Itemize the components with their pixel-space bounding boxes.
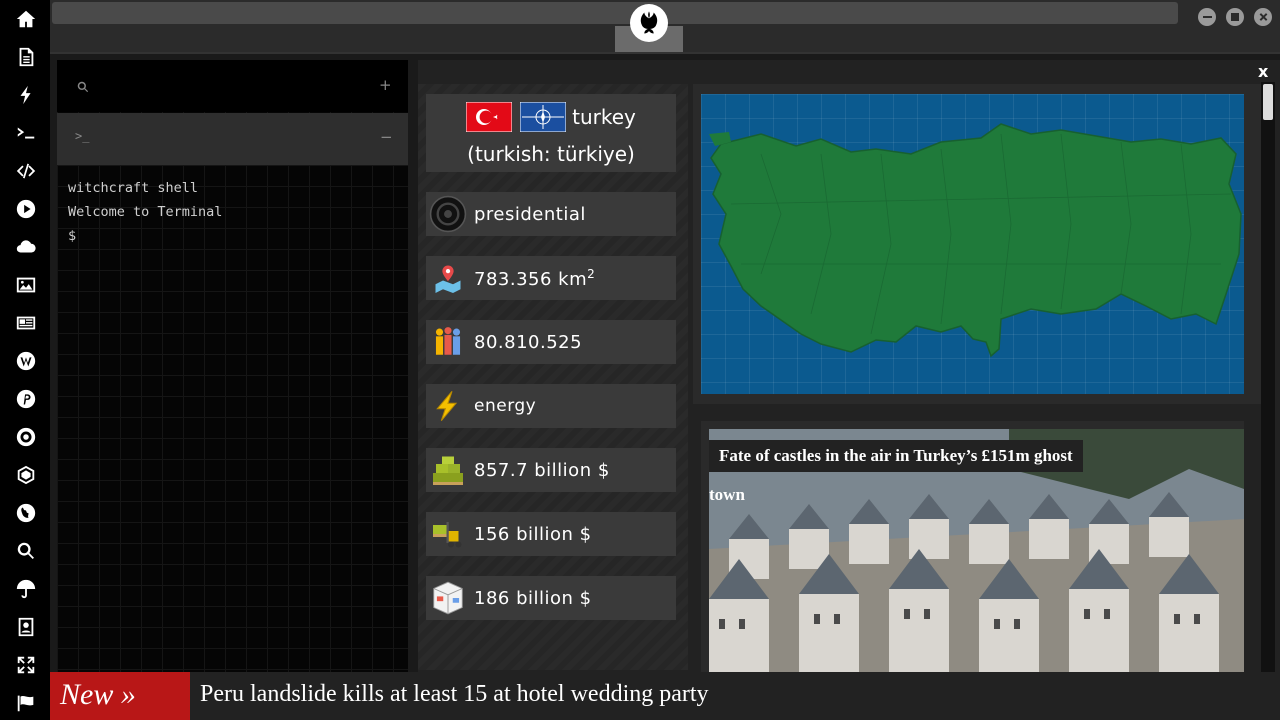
scrollbar-track[interactable] [1261, 82, 1275, 672]
exports-row: 186 billion $ [426, 576, 676, 620]
population-row: 80.810.525 [426, 320, 676, 364]
country-facts-column: turkey (turkish: türkiye) presidential 7… [418, 84, 688, 670]
globe-icon[interactable] [12, 499, 40, 527]
document-icon[interactable] [12, 43, 40, 71]
terminal-output[interactable]: witchcraft shell Welcome to Terminal $ [68, 176, 222, 248]
turkey-map-shape [709, 123, 1242, 358]
population-value: 80.810.525 [474, 331, 583, 353]
terminal-prompt: $ [68, 228, 77, 244]
country-info-panel: x turkey (turkish: türkiye) presidential… [418, 60, 1280, 672]
search-icon [77, 81, 89, 93]
ticker-headline[interactable]: Peru landslide kills at least 15 at hote… [200, 672, 709, 720]
maximize-button[interactable] [1226, 8, 1244, 26]
country-name: turkey [572, 105, 636, 129]
umbrella-icon[interactable] [12, 575, 40, 603]
close-window-button[interactable] [1254, 8, 1272, 26]
ticker-label: New » [50, 672, 190, 720]
exports-value: 186 billion $ [474, 587, 592, 609]
terminal-search-bar[interactable]: + [57, 60, 408, 112]
newspaper-icon[interactable] [12, 309, 40, 337]
galactic-empire-icon[interactable] [12, 423, 40, 451]
country-native-name: (turkish: türkiye) [467, 142, 635, 166]
population-icon [428, 322, 468, 362]
sector-value: energy [474, 396, 537, 416]
terminal-panel: + >_ − witchcraft shell Welcome to Termi… [57, 60, 408, 672]
terminal-line: witchcraft shell [68, 180, 199, 196]
gdp-value: 857.7 billion $ [474, 459, 610, 481]
close-panel-button[interactable]: x [1258, 62, 1268, 81]
code-icon[interactable] [12, 157, 40, 185]
terminal-tab[interactable]: >_ − [57, 113, 408, 165]
wordpress-icon[interactable] [12, 347, 40, 375]
nato-flag-icon [520, 102, 567, 132]
play-icon[interactable] [12, 195, 40, 223]
map-pin-icon [428, 258, 468, 298]
news-card[interactable]: Fate of castles in the air in Turkey’s £… [701, 421, 1244, 672]
government-value: presidential [474, 203, 586, 225]
terminal-icon[interactable] [12, 119, 40, 147]
network-icon[interactable] [12, 461, 40, 489]
news-ticker: New » Peru landslide kills at least 15 a… [50, 672, 1280, 720]
news-image: Fate of castles in the air in Turkey’s £… [709, 429, 1244, 672]
address-bar[interactable] [52, 2, 1178, 24]
terminal-prompt-icon: >_ [75, 129, 90, 143]
home-icon[interactable] [12, 5, 40, 33]
contacts-icon[interactable] [12, 613, 40, 641]
terminal-line: Welcome to Terminal [68, 204, 223, 220]
lightning-icon [428, 386, 468, 426]
news-headline-line1[interactable]: Fate of castles in the air in Turkey’s £… [709, 440, 1083, 472]
turkey-flag-icon [466, 102, 513, 132]
imports-row: 156 billion $ [426, 512, 676, 556]
cloud-icon[interactable] [12, 233, 40, 261]
area-value: 783.356 km2 [474, 266, 596, 290]
money-stack-icon [428, 450, 468, 490]
galactic-empire-icon [428, 194, 468, 234]
news-headline-line2[interactable]: town [709, 481, 745, 509]
expand-icon[interactable] [12, 651, 40, 679]
add-terminal-button[interactable]: + [379, 76, 392, 94]
close-terminal-tab-button[interactable]: − [380, 128, 393, 146]
rebel-alliance-logo-icon[interactable] [630, 4, 668, 42]
forklift-icon [428, 514, 468, 554]
boxes-icon [428, 578, 468, 618]
country-map[interactable] [701, 94, 1244, 394]
map-frame [693, 84, 1261, 404]
gdp-row: 857.7 billion $ [426, 448, 676, 492]
scrollbar-thumb[interactable] [1263, 84, 1273, 120]
imports-value: 156 billion $ [474, 523, 592, 545]
window-titlebar [50, 0, 1280, 54]
app-sidebar [0, 0, 50, 720]
pinterest-icon[interactable] [12, 385, 40, 413]
lightning-icon[interactable] [12, 81, 40, 109]
government-row: presidential [426, 192, 676, 236]
country-title: turkey (turkish: türkiye) [426, 94, 676, 172]
area-row: 783.356 km2 [426, 256, 676, 300]
flag-icon[interactable] [12, 689, 40, 717]
image-icon[interactable] [12, 271, 40, 299]
sector-row: energy [426, 384, 676, 428]
minimize-button[interactable] [1198, 8, 1216, 26]
search-icon[interactable] [12, 537, 40, 565]
